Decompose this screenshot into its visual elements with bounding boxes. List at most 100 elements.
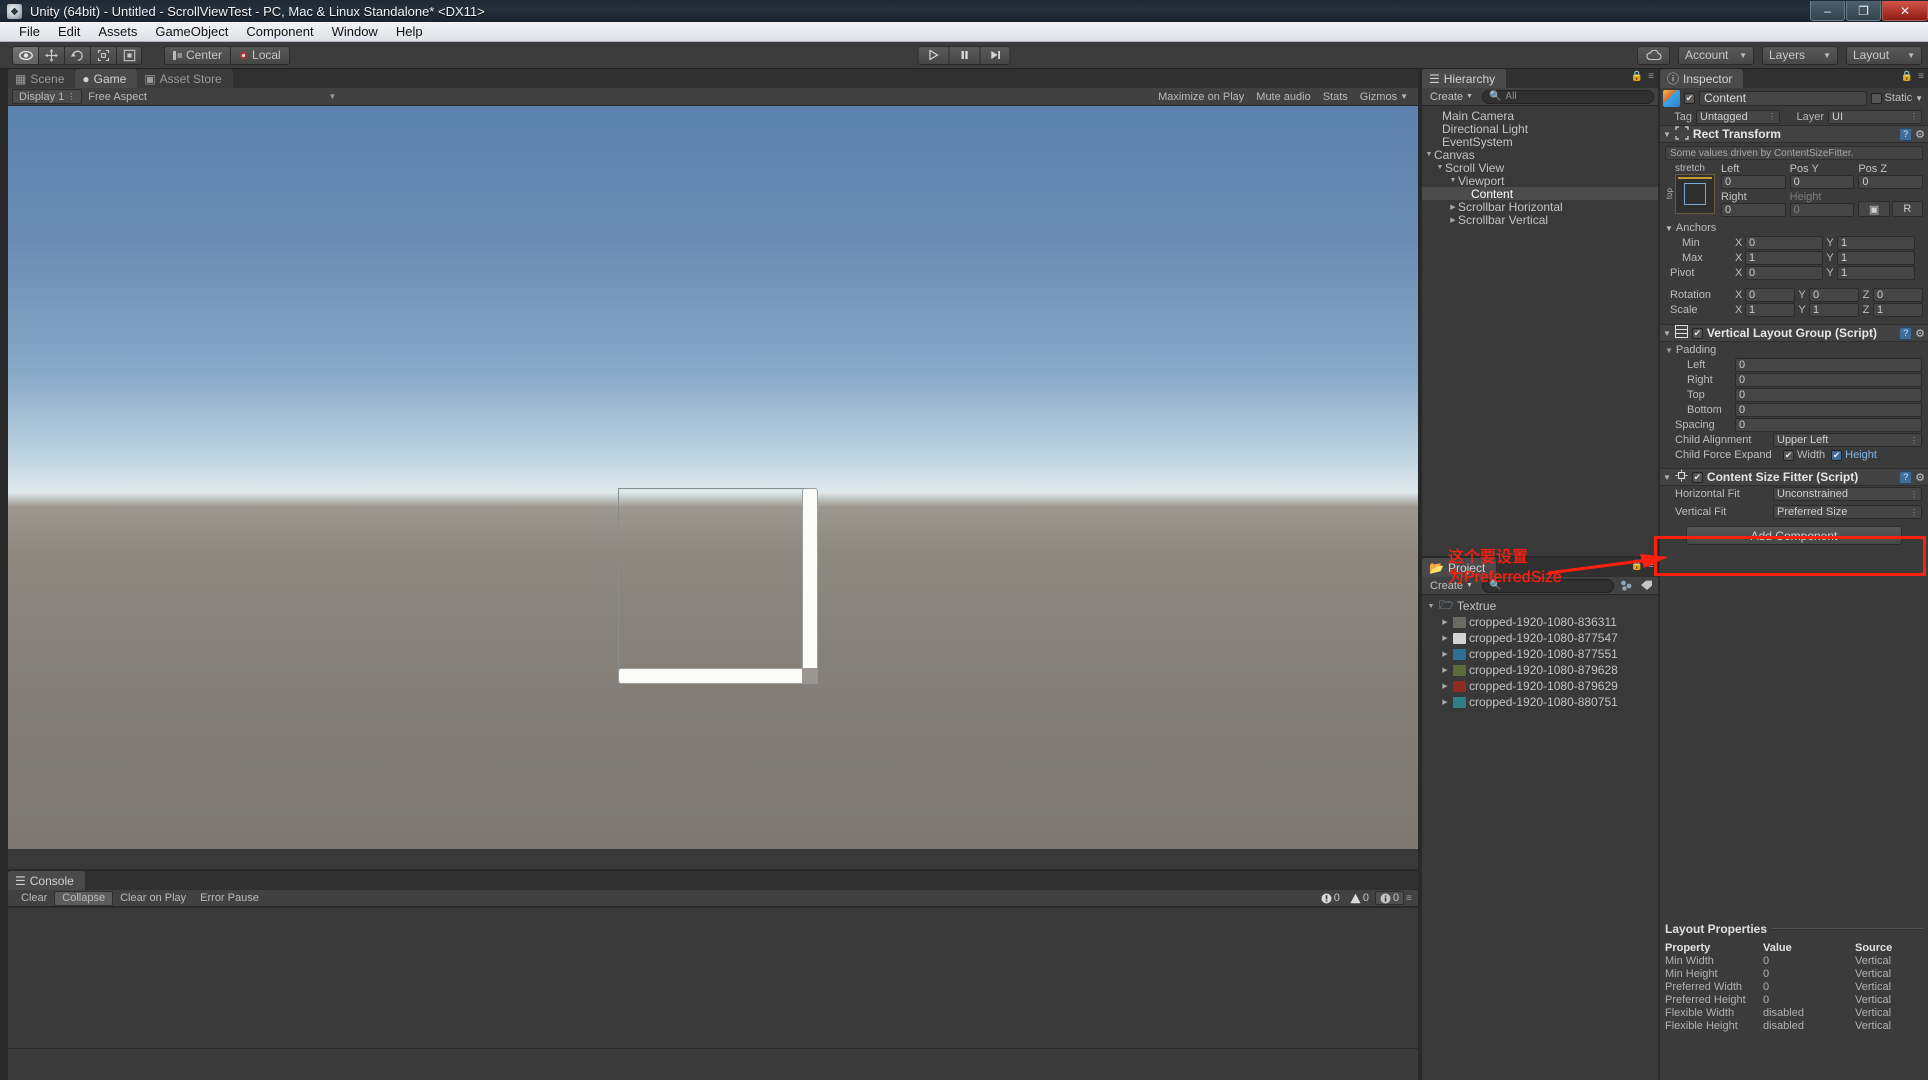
stats-toggle[interactable]: Stats xyxy=(1317,89,1354,104)
pause-button[interactable] xyxy=(948,45,980,65)
gear-icon[interactable]: ⚙ xyxy=(1915,327,1925,340)
right-input[interactable]: 0 xyxy=(1721,203,1786,217)
aspect-dropdown[interactable]: Free Aspect ▼ xyxy=(82,89,342,104)
anchor-max-x-input[interactable]: 1 xyxy=(1745,251,1823,265)
content-size-fitter-checkbox[interactable]: ✔ xyxy=(1691,471,1703,483)
scroll-viewport[interactable] xyxy=(618,488,804,670)
twirl-icon[interactable]: ▼ xyxy=(1448,177,1458,184)
cloud-icon[interactable] xyxy=(1637,45,1670,65)
hierarchy-item-main-camera[interactable]: Main Camera xyxy=(1422,109,1658,123)
rect-transform-header[interactable]: ▼ Rect Transform ? ⚙ xyxy=(1660,125,1928,143)
horizontal-fit-dropdown[interactable]: Unconstrained ⋮ xyxy=(1773,487,1922,501)
layers-dropdown[interactable]: Layers ▼ xyxy=(1762,45,1838,65)
menu-assets[interactable]: Assets xyxy=(89,22,146,42)
object-enabled-checkbox[interactable]: ✔ xyxy=(1684,92,1695,104)
force-expand-width-checkbox[interactable]: ✔ xyxy=(1783,449,1794,461)
gear-icon[interactable]: ⚙ xyxy=(1915,471,1925,484)
project-item[interactable]: ▶ cropped-1920-1080-879628 xyxy=(1422,662,1658,678)
pivot-y-input[interactable]: 1 xyxy=(1837,266,1915,280)
clear-on-play-button[interactable]: Clear on Play xyxy=(113,891,193,905)
child-alignment-dropdown[interactable]: Upper Left ⋮ xyxy=(1773,433,1922,447)
pivot-x-input[interactable]: 0 xyxy=(1745,266,1823,280)
anchor-min-y-input[interactable]: 1 xyxy=(1837,236,1915,250)
vertical-layout-group-checkbox[interactable]: ✔ xyxy=(1691,327,1703,339)
tag-dropdown[interactable]: Untagged ⋮ xyxy=(1696,109,1780,124)
spacing-input[interactable]: 0 xyxy=(1735,418,1922,432)
pivot-rotation-button[interactable]: Local xyxy=(230,45,290,65)
menu-help[interactable]: Help xyxy=(387,22,432,42)
static-toggle[interactable]: Static ▼ xyxy=(1870,92,1925,104)
tab-game[interactable]: ● Game xyxy=(75,69,138,88)
hierarchy-item-canvas[interactable]: ▼ Canvas xyxy=(1422,148,1658,162)
close-button[interactable]: ✕ xyxy=(1882,1,1928,21)
scrollbar-horizontal[interactable] xyxy=(618,668,804,684)
help-icon[interactable]: ? xyxy=(1899,127,1913,141)
anchors-foldout[interactable]: ▼ Anchors xyxy=(1660,221,1928,235)
tab-console[interactable]: ☰ Console xyxy=(8,871,85,890)
menu-gameobject[interactable]: GameObject xyxy=(146,22,237,42)
hierarchy-item-scroll-view[interactable]: ▼ Scroll View xyxy=(1422,161,1658,175)
scrollbar-vertical[interactable] xyxy=(802,488,818,670)
tab-inspector[interactable]: ⓘ Inspector xyxy=(1660,69,1744,88)
menu-window[interactable]: Window xyxy=(323,22,387,42)
project-item[interactable]: ▶ cropped-1920-1080-879629 xyxy=(1422,678,1658,694)
info-count[interactable]: 0 xyxy=(1375,891,1405,905)
twirl-icon[interactable]: ▶ xyxy=(1448,203,1458,211)
warning-count[interactable]: 0 xyxy=(1346,892,1373,904)
tab-asset-store[interactable]: ▣ Asset Store xyxy=(137,69,233,88)
game-render-area[interactable] xyxy=(8,106,1418,849)
rotation-x-input[interactable]: 0 xyxy=(1745,288,1795,302)
twirl-icon[interactable]: ▶ xyxy=(1440,682,1450,690)
posy-input[interactable]: 0 xyxy=(1789,175,1855,189)
rotate-tool-icon[interactable] xyxy=(64,45,90,65)
pivot-mode-button[interactable]: Center xyxy=(164,45,231,65)
scroll-view-widget[interactable] xyxy=(618,488,818,684)
error-pause-button[interactable]: Error Pause xyxy=(193,891,266,905)
vertical-fit-dropdown[interactable]: Preferred Size ⋮ xyxy=(1773,505,1922,519)
vertical-layout-group-header[interactable]: ▼ ✔ Vertical Layout Group (Script) ? ⚙ xyxy=(1660,324,1928,342)
twirl-icon[interactable]: ▼ xyxy=(1663,473,1671,482)
menu-component[interactable]: Component xyxy=(237,22,322,42)
account-dropdown[interactable]: Account ▼ xyxy=(1678,45,1754,65)
twirl-icon[interactable]: ▶ xyxy=(1440,698,1450,706)
play-button[interactable] xyxy=(917,45,949,65)
padding-top-input[interactable]: 0 xyxy=(1735,388,1922,402)
force-expand-height-checkbox[interactable]: ✔ xyxy=(1831,449,1843,461)
console-options-icon[interactable]: ≡ xyxy=(1406,893,1412,904)
project-item[interactable]: ▶ cropped-1920-1080-877551 xyxy=(1422,646,1658,662)
twirl-icon[interactable]: ▼ xyxy=(1665,346,1673,355)
menu-icon[interactable]: ≡ xyxy=(1918,71,1924,82)
project-item[interactable]: ▶ cropped-1920-1080-836311 xyxy=(1422,614,1658,630)
left-input[interactable]: 0 xyxy=(1721,175,1786,189)
project-item[interactable]: ▶ cropped-1920-1080-877547 xyxy=(1422,630,1658,646)
rotation-z-input[interactable]: 0 xyxy=(1873,288,1923,302)
twirl-icon[interactable]: ▼ xyxy=(1663,329,1671,338)
padding-bottom-input[interactable]: 0 xyxy=(1735,403,1922,417)
hierarchy-item-eventsystem[interactable]: EventSystem xyxy=(1422,135,1658,149)
object-name-input[interactable]: Content xyxy=(1699,90,1867,106)
step-button[interactable] xyxy=(979,45,1011,65)
project-folder-textrue[interactable]: ▼ 🗁 Textrue xyxy=(1422,598,1658,614)
error-count[interactable]: 0 xyxy=(1317,892,1344,904)
twirl-icon[interactable]: ▶ xyxy=(1440,618,1450,626)
filter-by-label-icon[interactable] xyxy=(1639,579,1654,593)
lock-icon[interactable]: 🔒 xyxy=(1631,71,1643,82)
tab-scene[interactable]: ▦ Scene xyxy=(8,69,76,88)
project-item[interactable]: ▶ cropped-1920-1080-880751 xyxy=(1422,694,1658,710)
collapse-button[interactable]: Collapse xyxy=(54,890,114,906)
help-icon[interactable]: ? xyxy=(1899,470,1913,484)
project-tree[interactable]: ▼ 🗁 Textrue ▶ cropped-1920-1080-836311 ▶… xyxy=(1422,595,1658,1080)
padding-foldout[interactable]: ▼ Padding xyxy=(1660,343,1928,357)
posz-input[interactable]: 0 xyxy=(1858,175,1924,189)
twirl-icon[interactable]: ▼ xyxy=(1426,603,1436,610)
hierarchy-item-content[interactable]: Content xyxy=(1422,187,1658,201)
hierarchy-item-viewport[interactable]: ▼ Viewport xyxy=(1422,174,1658,188)
menu-file[interactable]: File xyxy=(10,22,49,42)
scale-y-input[interactable]: 1 xyxy=(1809,303,1859,317)
padding-left-input[interactable]: 0 xyxy=(1735,358,1922,372)
raw-edit-mode-button[interactable]: R xyxy=(1891,201,1924,217)
hierarchy-item-directional-light[interactable]: Directional Light xyxy=(1422,122,1658,136)
tab-hierarchy[interactable]: ☰ Hierarchy xyxy=(1422,69,1507,88)
anchor-max-y-input[interactable]: 1 xyxy=(1837,251,1915,265)
anchor-preset-group[interactable]: stretch top xyxy=(1665,163,1715,217)
